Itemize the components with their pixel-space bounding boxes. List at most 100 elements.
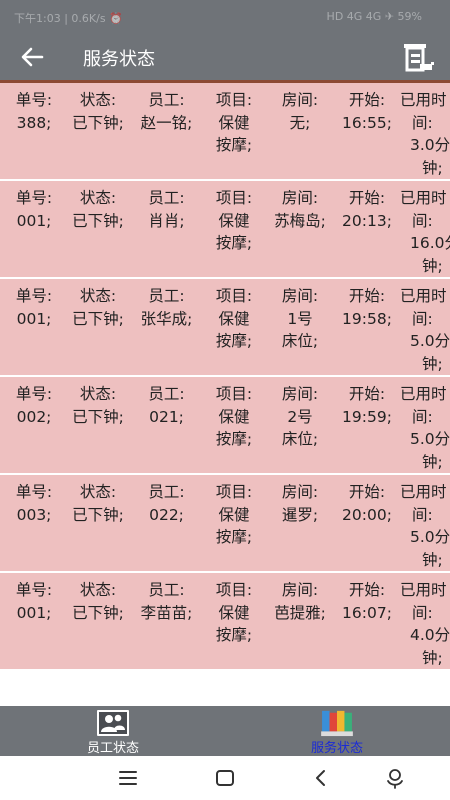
record-field-start-time: 开始: 19:59; — [336, 383, 398, 428]
field-line: 开始: — [348, 287, 386, 305]
field-line: 项目: — [215, 581, 253, 599]
menu-doc-icon — [404, 44, 434, 72]
record-field-start-time: 开始: 20:13; — [336, 187, 398, 232]
field-line: 房间: — [281, 483, 319, 501]
field-line: 001; — [16, 309, 52, 328]
field-line: 暹罗; — [281, 505, 319, 524]
field-line: 已用时 — [400, 91, 447, 109]
record-field-elapsed-time: 已用时间: 16.0分钟; — [400, 187, 450, 277]
record-field-staff: 员工: 张华成; — [130, 285, 203, 330]
record-field-project: 项目: 保健按摩; — [205, 285, 263, 353]
tab-service-status[interactable]: 服务状态 — [262, 706, 412, 756]
field-line: 间: — [412, 505, 433, 524]
record-field-elapsed-time: 已用时 间: 5.0分 钟; — [400, 285, 450, 375]
field-line: 员工: — [148, 385, 185, 403]
field-line: 按摩; — [215, 332, 253, 350]
record-field-status: 状态: 已下钟; — [63, 579, 133, 624]
staff-group-icon — [97, 710, 129, 736]
field-line: 钟; — [422, 452, 443, 471]
field-line: 5.0分 — [410, 332, 450, 350]
field-line: 16.0分 — [410, 234, 450, 252]
record-field-start-time: 开始: 16:07; — [336, 579, 398, 624]
field-line: 已用时 — [400, 189, 447, 207]
field-line: 已下钟; — [72, 309, 124, 328]
field-line: 状态: — [79, 287, 117, 305]
field-line: 已下钟; — [72, 603, 124, 622]
field-line: 5.0分 — [410, 528, 450, 546]
field-line: 单号: — [15, 483, 53, 501]
service-record-card[interactable]: 单号: 001; 状态: 已下钟; 员工: 肖肖; 项目: 保健 按摩; 房间: 苏梅岛; 开始: 20… — [0, 181, 450, 279]
record-field-project: 项目: 保健 按摩; — [205, 89, 263, 157]
field-line: 按摩; — [215, 626, 253, 644]
field-line: 已用时 — [400, 483, 447, 501]
service-record-card[interactable]: 单号: 001; 状态: 已下钟; 员工: 李苗苗; 项目: 保健 按摩; 房间: 芭提雅; 开始: 1… — [0, 573, 450, 671]
tab-label: 服务状态 — [310, 741, 363, 756]
field-line: 单号: — [15, 385, 53, 403]
field-line: 钟; — [422, 256, 443, 275]
field-line: 房间: — [281, 581, 319, 599]
field-line: 已用时 — [400, 287, 447, 305]
record-field-order-no: 单号: 001; — [6, 285, 62, 330]
field-line: 已下钟; — [72, 505, 124, 524]
field-line: 16:07; — [342, 603, 392, 622]
field-line: 钟; — [422, 354, 443, 373]
field-line: 保健 — [218, 309, 250, 328]
record-field-status: 状态: 已下钟; — [63, 285, 133, 330]
field-line: 已下钟; — [72, 113, 124, 132]
record-field-order-no: 单号: 002; — [6, 383, 62, 428]
menu-lines-icon[interactable] — [116, 766, 140, 790]
field-line: 项目: — [215, 483, 253, 501]
menu-button[interactable] — [402, 42, 436, 72]
record-field-project: 项目: 保健 按摩; — [205, 383, 263, 451]
field-line: 状态: — [79, 189, 117, 207]
record-field-room: 房间: 2号 床位; — [262, 383, 338, 451]
service-record-card[interactable]: 单号: 002; 状态: 已下钟; 员工: 021; 项目: 保健 按摩; 房间: 2号 床位; 开始:… — [0, 377, 450, 475]
field-line: 间: — [412, 603, 433, 622]
field-line: 3.0分 — [410, 136, 450, 154]
service-record-card[interactable]: 单号: 388; 状态: 已下钟; 员工: 赵一铭; 项目: 保健 按摩; 房间: 无; 开始: 16:… — [0, 83, 450, 181]
field-line: 16:55; — [342, 113, 392, 132]
field-line: 员工: — [148, 287, 185, 305]
record-field-elapsed-time: 已用时 间: 5.0分 钟; — [400, 481, 450, 571]
field-line: 已下钟; — [72, 211, 124, 230]
page-title: 服务状态 — [83, 49, 155, 70]
record-field-status: 状态: 已下钟; — [63, 481, 133, 526]
field-line: 状态: — [79, 385, 117, 403]
record-field-status: 状态: 已下钟; — [63, 89, 133, 134]
status-bar-left: 下午1:03 | 0.6K/s ⏰ — [14, 12, 123, 25]
service-record-list[interactable]: 单号: 388; 状态: 已下钟; 员工: 赵一铭; 项目: 保健 按摩; 房间: 无; 开始: 16:… — [0, 83, 450, 673]
field-line: 项目: — [215, 385, 253, 403]
field-line: 项目: — [215, 287, 253, 305]
record-field-order-no: 单号: 388; — [6, 89, 62, 134]
back-button[interactable] — [18, 44, 46, 70]
service-record-card[interactable]: 单号: 003; 状态: 已下钟; 员工: 022; 项目: 保健 按摩; 房间: 暹罗; 开始: 20… — [0, 475, 450, 573]
field-line: 001; — [16, 603, 52, 622]
status-bar: 下午1:03 | 0.6K/s ⏰ HD 4G 4G ✈ 59% — [0, 0, 450, 34]
field-line: 001; — [16, 211, 52, 230]
field-line: 按摩; — [215, 234, 253, 252]
back-chevron-icon[interactable] — [309, 766, 333, 790]
field-line: 间: — [412, 407, 433, 426]
field-line: 员工: — [148, 483, 185, 501]
field-line: 房间: — [281, 385, 319, 403]
field-line: 021; — [149, 407, 184, 426]
service-record-card[interactable]: 单号: 001; 状态: 已下钟; 员工: 张华成; 项目: 保健 按摩; 房间: 1号 床位; 开始:… — [0, 279, 450, 377]
record-field-staff: 员工: 022; — [130, 481, 203, 526]
field-line: 开始: — [348, 385, 386, 403]
field-line: 已用时 — [400, 581, 447, 599]
field-line: 388; — [16, 113, 52, 132]
field-line: 保健 — [218, 603, 250, 622]
field-line: 19:58; — [342, 309, 392, 328]
record-field-start-time: 开始: 16:55; — [336, 89, 398, 134]
field-line: 床位; — [281, 430, 319, 448]
home-square-icon[interactable] — [213, 766, 237, 790]
field-line: 房间: — [281, 91, 319, 109]
field-line: 项目: — [215, 91, 253, 109]
record-field-staff: 员工: 李苗苗; — [130, 579, 203, 624]
field-line: 已下钟; — [72, 407, 124, 426]
field-line: 开始: — [348, 581, 386, 599]
field-line: 按摩; — [215, 430, 253, 448]
tab-staff-status[interactable]: 员工状态 — [38, 706, 188, 756]
assistant-icon[interactable] — [383, 766, 407, 790]
record-field-elapsed-time: 已用时 间: 5.0分 钟; — [400, 383, 450, 473]
